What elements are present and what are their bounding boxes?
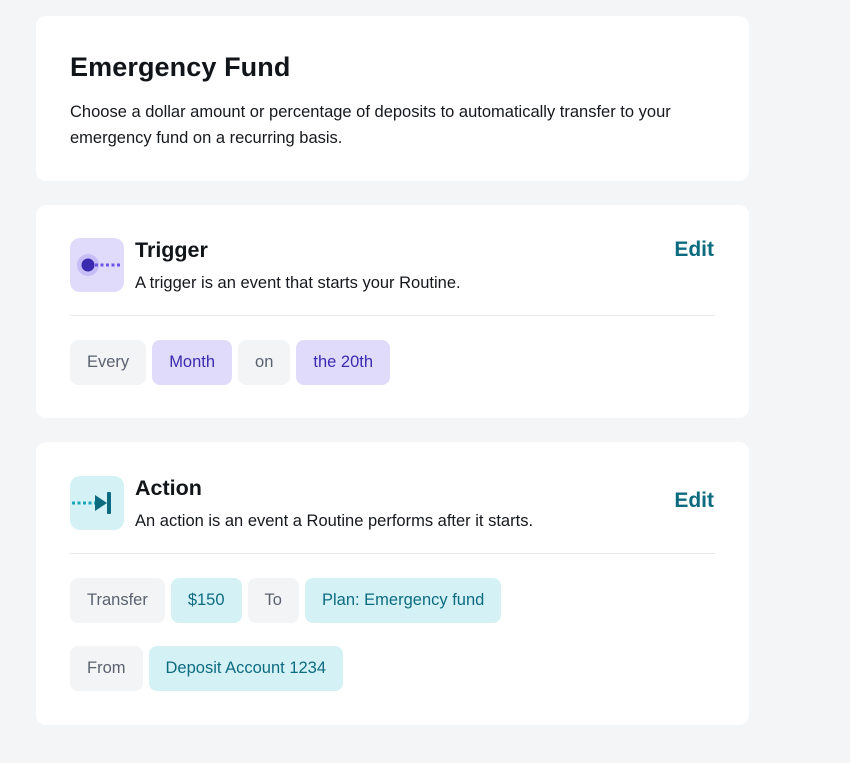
- chip-from: From: [70, 646, 143, 691]
- chip-to: To: [247, 578, 299, 623]
- chip-frequency-month[interactable]: Month: [152, 340, 233, 385]
- chip-amount[interactable]: $150: [170, 578, 242, 623]
- chip-source-account[interactable]: Deposit Account 1234: [148, 646, 344, 691]
- action-edit-button[interactable]: Edit: [674, 489, 714, 513]
- action-chip-row-1: Transfer $150 To Plan: Emergency fund: [70, 578, 502, 623]
- trigger-card: Trigger A trigger is an event that start…: [36, 205, 749, 418]
- action-card: Action An action is an event a Routine p…: [36, 442, 749, 725]
- page-description: Choose a dollar amount or percentage of …: [70, 103, 671, 147]
- chip-on: on: [238, 340, 291, 385]
- trigger-divider: [70, 315, 715, 316]
- chip-day-20th[interactable]: the 20th: [296, 340, 391, 385]
- chip-transfer: Transfer: [70, 578, 165, 623]
- chip-destination[interactable]: Plan: Emergency fund: [304, 578, 502, 623]
- trigger-description: A trigger is an event that starts your R…: [135, 274, 461, 292]
- action-description: An action is an event a Routine performs…: [135, 512, 534, 530]
- trigger-edit-button[interactable]: Edit: [674, 238, 714, 262]
- trigger-title: Trigger: [135, 238, 208, 262]
- action-title: Action: [135, 476, 202, 500]
- chip-every: Every: [70, 340, 147, 385]
- trigger-chip-row: Every Month on the 20th: [70, 340, 391, 385]
- action-chip-row-2: From Deposit Account 1234: [70, 646, 344, 691]
- intro-card: Emergency Fund Choose a dollar amount or…: [36, 16, 749, 181]
- trigger-dot-icon: [70, 238, 124, 292]
- page-title: Emergency Fund: [70, 52, 291, 82]
- action-divider: [70, 553, 715, 554]
- action-arrow-icon: [70, 476, 124, 530]
